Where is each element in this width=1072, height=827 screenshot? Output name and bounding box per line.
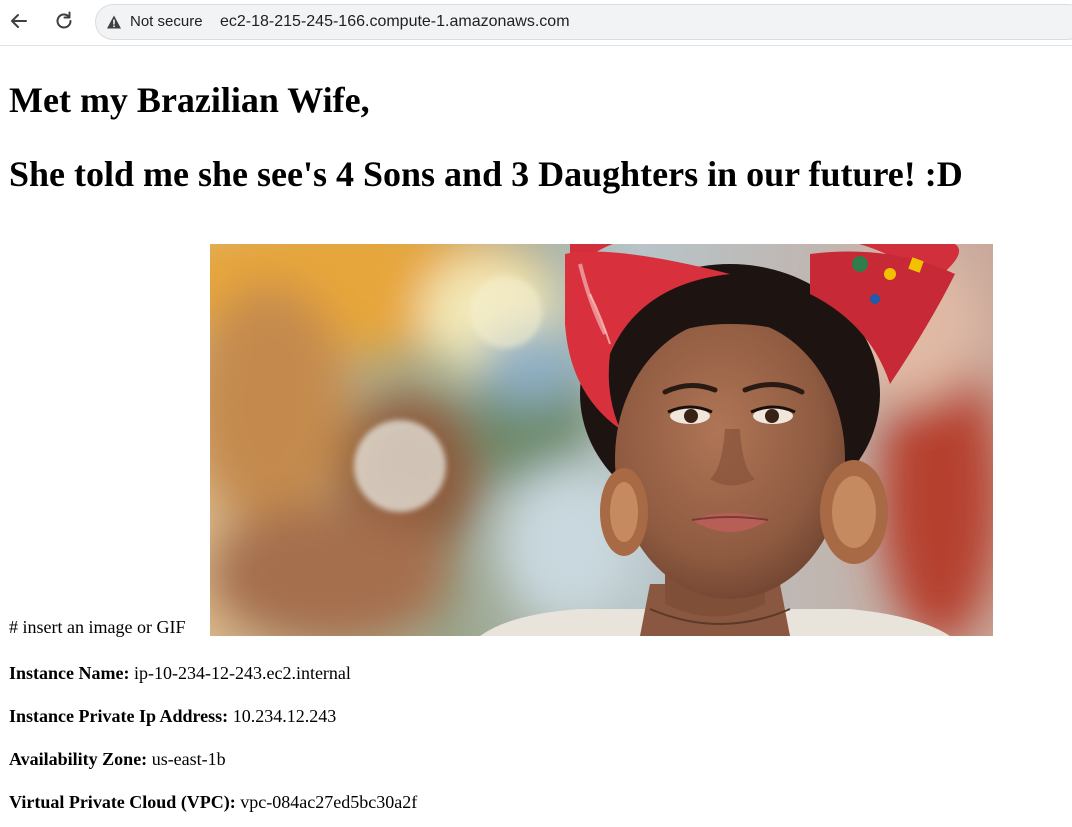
instance-name-row: Instance Name: ip-10-234-12-243.ec2.inte… [9,663,351,684]
address-bar[interactable]: Not secure ec2-18-215-245-166.compute-1.… [95,4,1072,40]
back-button[interactable] [5,7,33,35]
not-secure-label[interactable]: Not secure [130,13,203,30]
private-ip-row: Instance Private Ip Address: 10.234.12.2… [9,706,336,727]
private-ip-value: 10.234.12.243 [232,706,337,726]
reload-icon [56,11,72,29]
vpc-label: Virtual Private Cloud (VPC): [9,792,236,812]
portrait-image [210,244,993,636]
availability-zone-label: Availability Zone: [9,749,148,769]
browser-toolbar: Not secure ec2-18-215-245-166.compute-1.… [0,0,1072,46]
private-ip-label: Instance Private Ip Address: [9,706,229,726]
reload-button[interactable] [50,7,78,35]
instance-name-label: Instance Name: [9,663,130,683]
image-caption: # insert an image or GIF [9,617,186,637]
url-text[interactable]: ec2-18-215-245-166.compute-1.amazonaws.c… [220,13,570,31]
vpc-value: vpc-084ac27ed5bc30a2f [240,792,418,812]
page-title: Met my Brazilian Wife, [9,80,370,120]
instance-name-value: ip-10-234-12-243.ec2.internal [133,663,351,683]
vpc-row: Virtual Private Cloud (VPC): vpc-084ac27… [9,792,417,813]
page-subtitle: She told me she see's 4 Sons and 3 Daugh… [9,154,963,194]
page-content: Met my Brazilian Wife, She told me she s… [0,46,1072,827]
portrait-illustration [210,244,993,636]
back-arrow-icon [11,14,27,28]
availability-zone-value: us-east-1b [151,749,226,769]
availability-zone-row: Availability Zone: us-east-1b [9,749,226,770]
warning-icon[interactable] [106,14,122,30]
